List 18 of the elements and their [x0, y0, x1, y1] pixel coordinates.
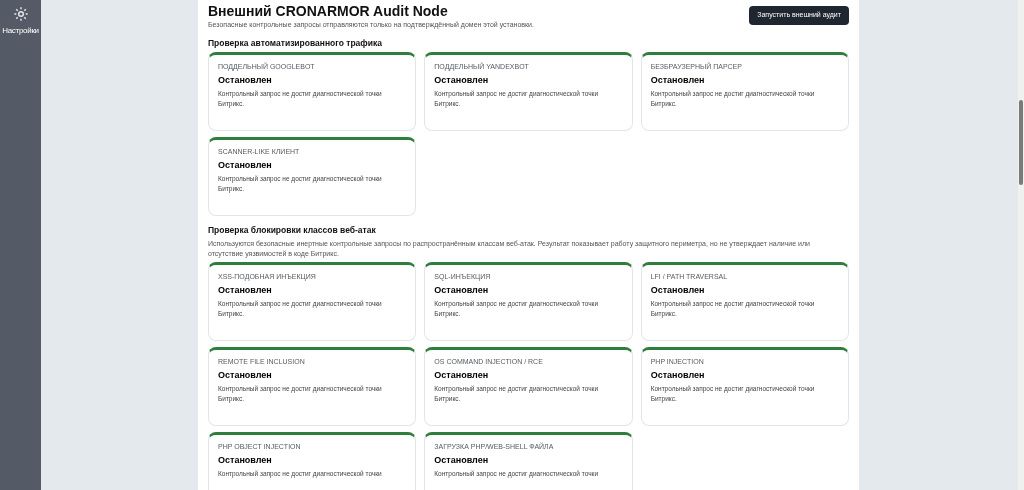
- page-title: Внешний CRONARMOR Audit Node: [208, 2, 449, 20]
- card-status: Остановлен: [434, 454, 490, 466]
- card-status: Остановлен: [218, 369, 273, 381]
- card-status: Остановлен: [218, 159, 273, 171]
- card-status: Остановлен: [650, 369, 706, 381]
- section-title: Проверка блокировки классов веб-атак: [208, 225, 377, 236]
- card-status: Остановлен: [650, 74, 706, 86]
- sidebar-item[interactable]: Настройки: [0, 5, 41, 38]
- settings-icon: [12, 6, 29, 22]
- card-status: Остановлен: [650, 284, 706, 296]
- card-status: Остановлен: [434, 369, 490, 381]
- card-status: Остановлен: [218, 454, 273, 466]
- card-status: Остановлен: [434, 284, 490, 296]
- section-title: Проверка автоматизированного трафика: [208, 38, 383, 49]
- scroll-bar[interactable]: [1018, 0, 1024, 490]
- card-status: Остановлен: [218, 284, 273, 296]
- card-status: Остановлен: [434, 74, 490, 86]
- card-status: Остановлен: [218, 74, 273, 86]
